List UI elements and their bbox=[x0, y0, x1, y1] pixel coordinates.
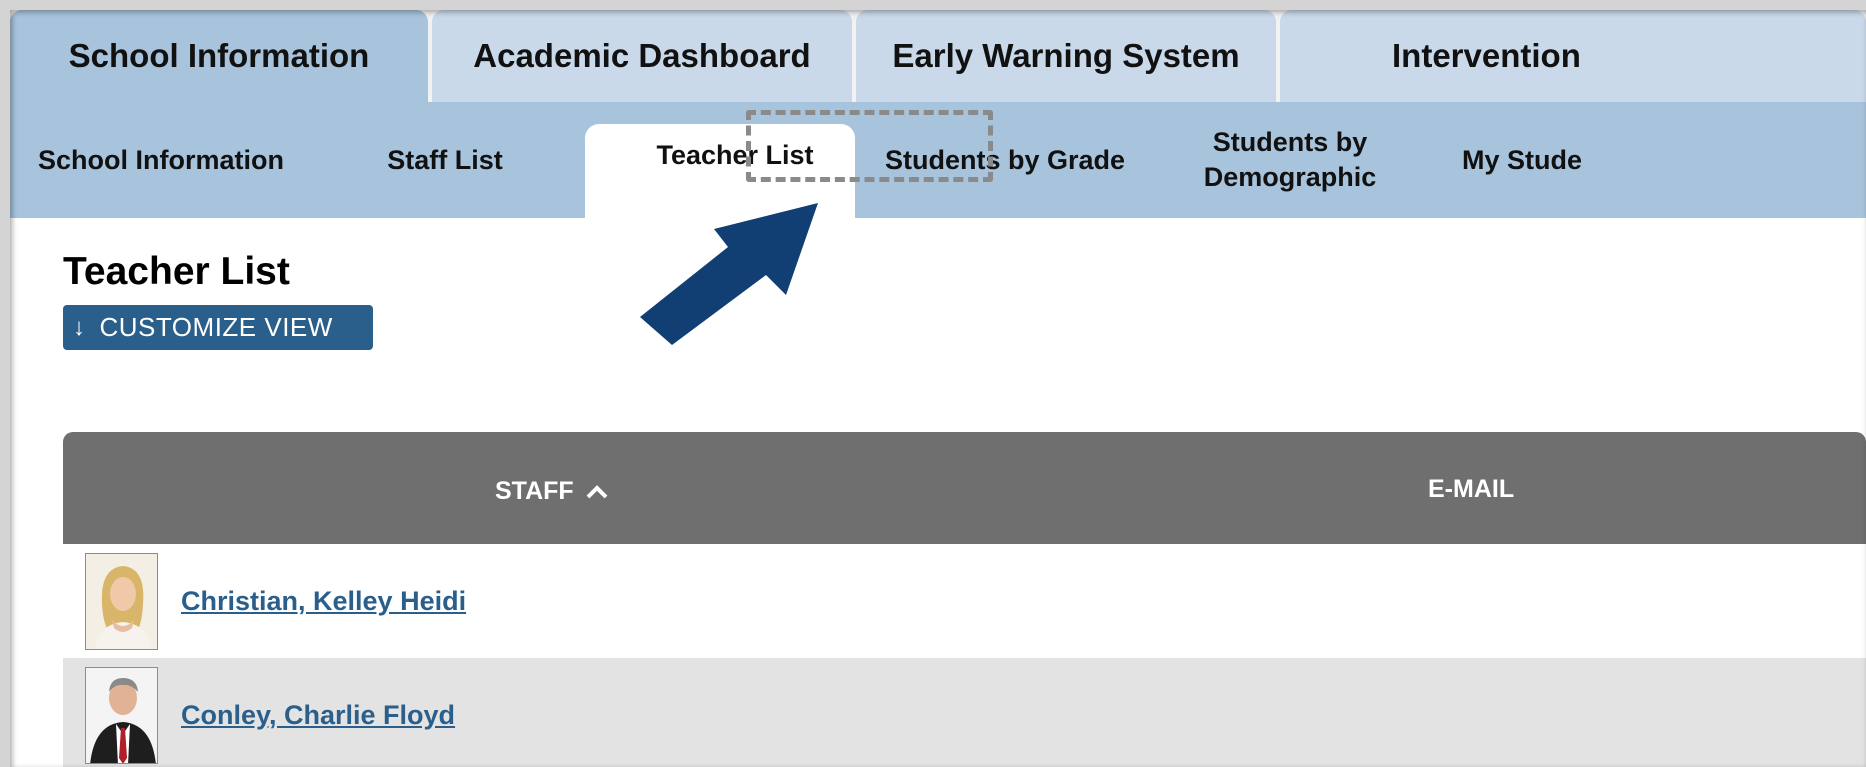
sub-tab-staff-list[interactable]: Staff List bbox=[380, 102, 510, 218]
top-tab-intervention[interactable]: Intervention bbox=[1280, 10, 1866, 102]
avatar bbox=[85, 552, 158, 650]
staff-name-link[interactable]: Conley, Charlie Floyd bbox=[181, 700, 455, 731]
customize-view-label: CUSTOMIZE VIEW bbox=[99, 312, 333, 342]
top-tab-academic-dashboard[interactable]: Academic Dashboard bbox=[432, 10, 852, 102]
teacher-table: STAFF E-MAIL Christian, Kelley Heidi Con… bbox=[63, 432, 1866, 767]
sub-tab-label: School Information bbox=[38, 144, 284, 175]
sub-tab-students-by-demographic[interactable]: Students by Demographic bbox=[1185, 102, 1395, 218]
top-tab-label: Early Warning System bbox=[892, 37, 1240, 74]
sub-tab-label: Teacher List bbox=[656, 140, 814, 170]
table-row: Christian, Kelley Heidi bbox=[63, 544, 1866, 658]
pointer-arrow-icon bbox=[640, 203, 818, 345]
page-title: Teacher List bbox=[63, 250, 290, 293]
staff-column-header[interactable]: STAFF bbox=[495, 477, 608, 506]
sub-tab-bar: School Information Staff List Teacher Li… bbox=[10, 102, 1866, 218]
sub-tab-label: My Stude bbox=[1462, 144, 1582, 175]
sub-tab-school-information[interactable]: School Information bbox=[38, 102, 284, 218]
table-row: Conley, Charlie Floyd bbox=[63, 658, 1866, 767]
sub-tab-label: Students by Grade bbox=[884, 144, 1126, 175]
table-header: STAFF E-MAIL bbox=[63, 432, 1866, 544]
staff-name-link[interactable]: Christian, Kelley Heidi bbox=[181, 586, 466, 617]
top-tab-label: School Information bbox=[68, 37, 370, 74]
sub-tab-label-line2: Demographic bbox=[1203, 162, 1377, 192]
down-arrow-icon: ↓ bbox=[73, 313, 86, 341]
sub-tab-label-line1: Students by bbox=[1212, 127, 1368, 157]
top-tab-school-information[interactable]: School Information bbox=[10, 10, 428, 102]
staff-header-label: STAFF bbox=[495, 477, 574, 505]
sub-tab-label: Staff List bbox=[387, 144, 503, 175]
customize-view-button[interactable]: ↓ CUSTOMIZE VIEW bbox=[63, 305, 373, 350]
top-tab-early-warning-system[interactable]: Early Warning System bbox=[856, 10, 1276, 102]
sub-tab-students-by-grade[interactable]: Students by Grade bbox=[880, 102, 1130, 218]
avatar bbox=[85, 666, 158, 764]
top-tab-bar: School Information Academic Dashboard Ea… bbox=[10, 10, 1866, 102]
top-tab-label: Academic Dashboard bbox=[473, 37, 811, 74]
email-column-header[interactable]: E-MAIL bbox=[1428, 475, 1514, 504]
sort-ascending-icon bbox=[586, 479, 608, 505]
sub-tab-my-students[interactable]: My Stude bbox=[1462, 102, 1582, 218]
app-window: School Information Academic Dashboard Ea… bbox=[0, 0, 1866, 767]
top-tab-label: Intervention bbox=[1392, 37, 1581, 74]
